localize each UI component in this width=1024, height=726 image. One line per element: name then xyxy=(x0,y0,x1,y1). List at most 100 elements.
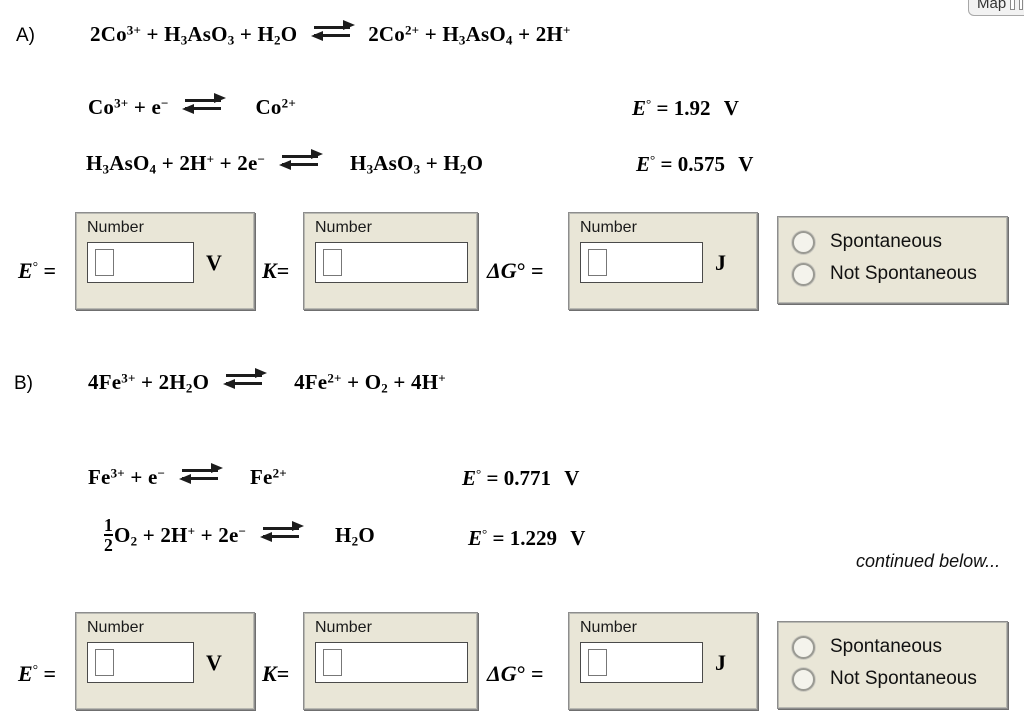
section-b-k-prefix: K= xyxy=(262,661,289,687)
section-a-delta-g-prefix: ΔG° = xyxy=(487,258,544,284)
section-a-k-prefix: K= xyxy=(262,258,289,284)
radio-label: Not Spontaneous xyxy=(830,263,977,284)
section-a-half-reaction-2-potential: E° = 0.575 V xyxy=(636,152,753,177)
e-cell-unit: V xyxy=(206,249,222,275)
section-b-half-reaction-1: Fe3+ + e− Fe2+ xyxy=(88,463,287,490)
e-value: 0.575 xyxy=(677,152,725,176)
radio-label: Not Spontaneous xyxy=(830,668,977,689)
e-value: 0.771 xyxy=(503,466,551,490)
e-value: 1.92 xyxy=(673,96,711,120)
one-half-fraction: 1 2 xyxy=(104,515,114,555)
k-symbol: K xyxy=(262,661,277,686)
delta-g-input[interactable] xyxy=(580,642,703,683)
map-button-label: Map xyxy=(977,0,1007,12)
map-pages-icon xyxy=(1010,0,1015,10)
section-b-half-reaction-2: 1 2 O2 + 2H+ + 2e− H2O xyxy=(104,516,375,554)
k-symbol: K xyxy=(262,258,277,283)
reaction-left: 4Fe3+ + 2H2O xyxy=(88,370,210,396)
e-cell-unit: V xyxy=(206,649,222,675)
section-b-e-cell-field[interactable]: Number V xyxy=(75,612,255,710)
equilibrium-arrow-icon xyxy=(222,368,267,391)
e-unit: V xyxy=(738,152,754,176)
section-b-half-reaction-1-potential: E° = 0.771 V xyxy=(462,466,579,491)
field-label: Number xyxy=(315,619,372,636)
field-label: Number xyxy=(580,619,637,636)
field-label: Number xyxy=(580,219,637,236)
half-reaction-right: H2O xyxy=(335,523,375,549)
equals-sign: = xyxy=(43,661,57,686)
k-input[interactable] xyxy=(315,642,468,683)
e-symbol: E xyxy=(18,258,33,283)
reaction-left: 2Co3+ + H3AsO3 + H2O xyxy=(90,22,298,48)
field-label: Number xyxy=(87,219,144,236)
section-a-half-reaction-1-potential: E° = 1.92 V xyxy=(632,96,739,121)
map-button[interactable]: Map xyxy=(968,0,1024,16)
continued-below-note: continued below... xyxy=(856,551,1001,571)
section-a-e-cell-field[interactable]: Number V xyxy=(75,212,255,310)
section-b-k-field[interactable]: Number xyxy=(303,612,478,710)
field-label: Number xyxy=(87,619,144,636)
delta-g-input[interactable] xyxy=(580,242,703,283)
e-symbol: E xyxy=(636,152,651,176)
section-b-radio-not-spontaneous[interactable]: Not Spontaneous xyxy=(792,663,997,695)
e-symbol: E xyxy=(632,96,647,120)
half-reaction-right: Fe2+ xyxy=(250,465,287,489)
equilibrium-arrow-icon xyxy=(178,463,223,486)
section-a-overall-reaction: 2Co3+ + H3AsO3 + H2O 2Co2+ + H3AsO4 + 2H… xyxy=(90,20,571,49)
e-unit: V xyxy=(723,96,739,120)
e-symbol: E xyxy=(462,466,477,490)
section-a-label: A) xyxy=(16,25,35,46)
section-a-half-reaction-1: Co3+ + e− Co2+ xyxy=(88,93,296,120)
equilibrium-arrow-icon xyxy=(259,521,304,544)
equals-sign: = xyxy=(492,526,505,550)
input-placeholder-glyph xyxy=(323,649,342,676)
e-symbol: E xyxy=(18,661,33,686)
radio-button-icon[interactable] xyxy=(792,262,815,286)
half-reaction-right: Co2+ xyxy=(255,95,296,119)
section-b-label: B) xyxy=(14,373,33,394)
section-b-half-reaction-2-potential: E° = 1.229 V xyxy=(468,526,585,551)
half-reaction-left: O2 + 2H+ + 2e− xyxy=(114,523,247,549)
section-a-k-field[interactable]: Number xyxy=(303,212,478,310)
radio-button-icon[interactable] xyxy=(792,667,815,691)
degree-sign: ° xyxy=(482,526,488,542)
degree-sign: ° xyxy=(32,661,38,677)
equals-sign: = xyxy=(276,661,290,686)
input-placeholder-glyph xyxy=(323,249,342,276)
equilibrium-arrow-icon xyxy=(182,93,227,116)
section-a-e-cell-prefix: E° = xyxy=(18,258,56,284)
reaction-right: 2Co2+ + H3AsO4 + 2H+ xyxy=(368,22,571,48)
e-value: 1.229 xyxy=(509,526,557,550)
delta-g-symbol: ΔG xyxy=(487,258,517,283)
section-b-radio-spontaneous[interactable]: Spontaneous xyxy=(792,631,997,663)
equals-sign: = xyxy=(660,152,673,176)
equilibrium-arrow-icon xyxy=(310,20,355,43)
degree-sign: ° xyxy=(32,258,38,274)
section-a-radio-spontaneous[interactable]: Spontaneous xyxy=(792,226,997,258)
e-unit: V xyxy=(564,466,580,490)
section-a-radio-not-spontaneous[interactable]: Not Spontaneous xyxy=(792,258,997,290)
section-a-delta-g-field[interactable]: Number J xyxy=(568,212,758,310)
e-cell-input[interactable] xyxy=(87,242,194,283)
section-a-spontaneity-panel: Spontaneous Not Spontaneous xyxy=(777,216,1008,304)
degree-sign: ° xyxy=(646,96,652,112)
radio-button-icon[interactable] xyxy=(792,635,815,659)
section-b-delta-g-field[interactable]: Number J xyxy=(568,612,758,710)
section-a-half-reaction-2: H3AsO4 + 2H+ + 2e− H3AsO3 + H2O xyxy=(86,149,483,178)
input-placeholder-glyph xyxy=(588,649,607,676)
equilibrium-arrow-icon xyxy=(278,149,323,172)
equals-sign: = xyxy=(43,258,57,283)
section-b-delta-g-prefix: ΔG° = xyxy=(487,661,544,687)
field-label: Number xyxy=(315,219,372,236)
equals-sign: = xyxy=(486,466,499,490)
e-cell-input[interactable] xyxy=(87,642,194,683)
e-symbol: E xyxy=(468,526,483,550)
delta-g-unit: J xyxy=(715,649,726,675)
degree-sign: ° xyxy=(476,466,482,482)
section-b-e-cell-prefix: E° = xyxy=(18,661,56,687)
equals-sign: = xyxy=(531,661,544,686)
degree-sign: ° xyxy=(516,258,526,283)
radio-button-icon[interactable] xyxy=(792,230,815,254)
k-input[interactable] xyxy=(315,242,468,283)
equals-sign: = xyxy=(276,258,290,283)
